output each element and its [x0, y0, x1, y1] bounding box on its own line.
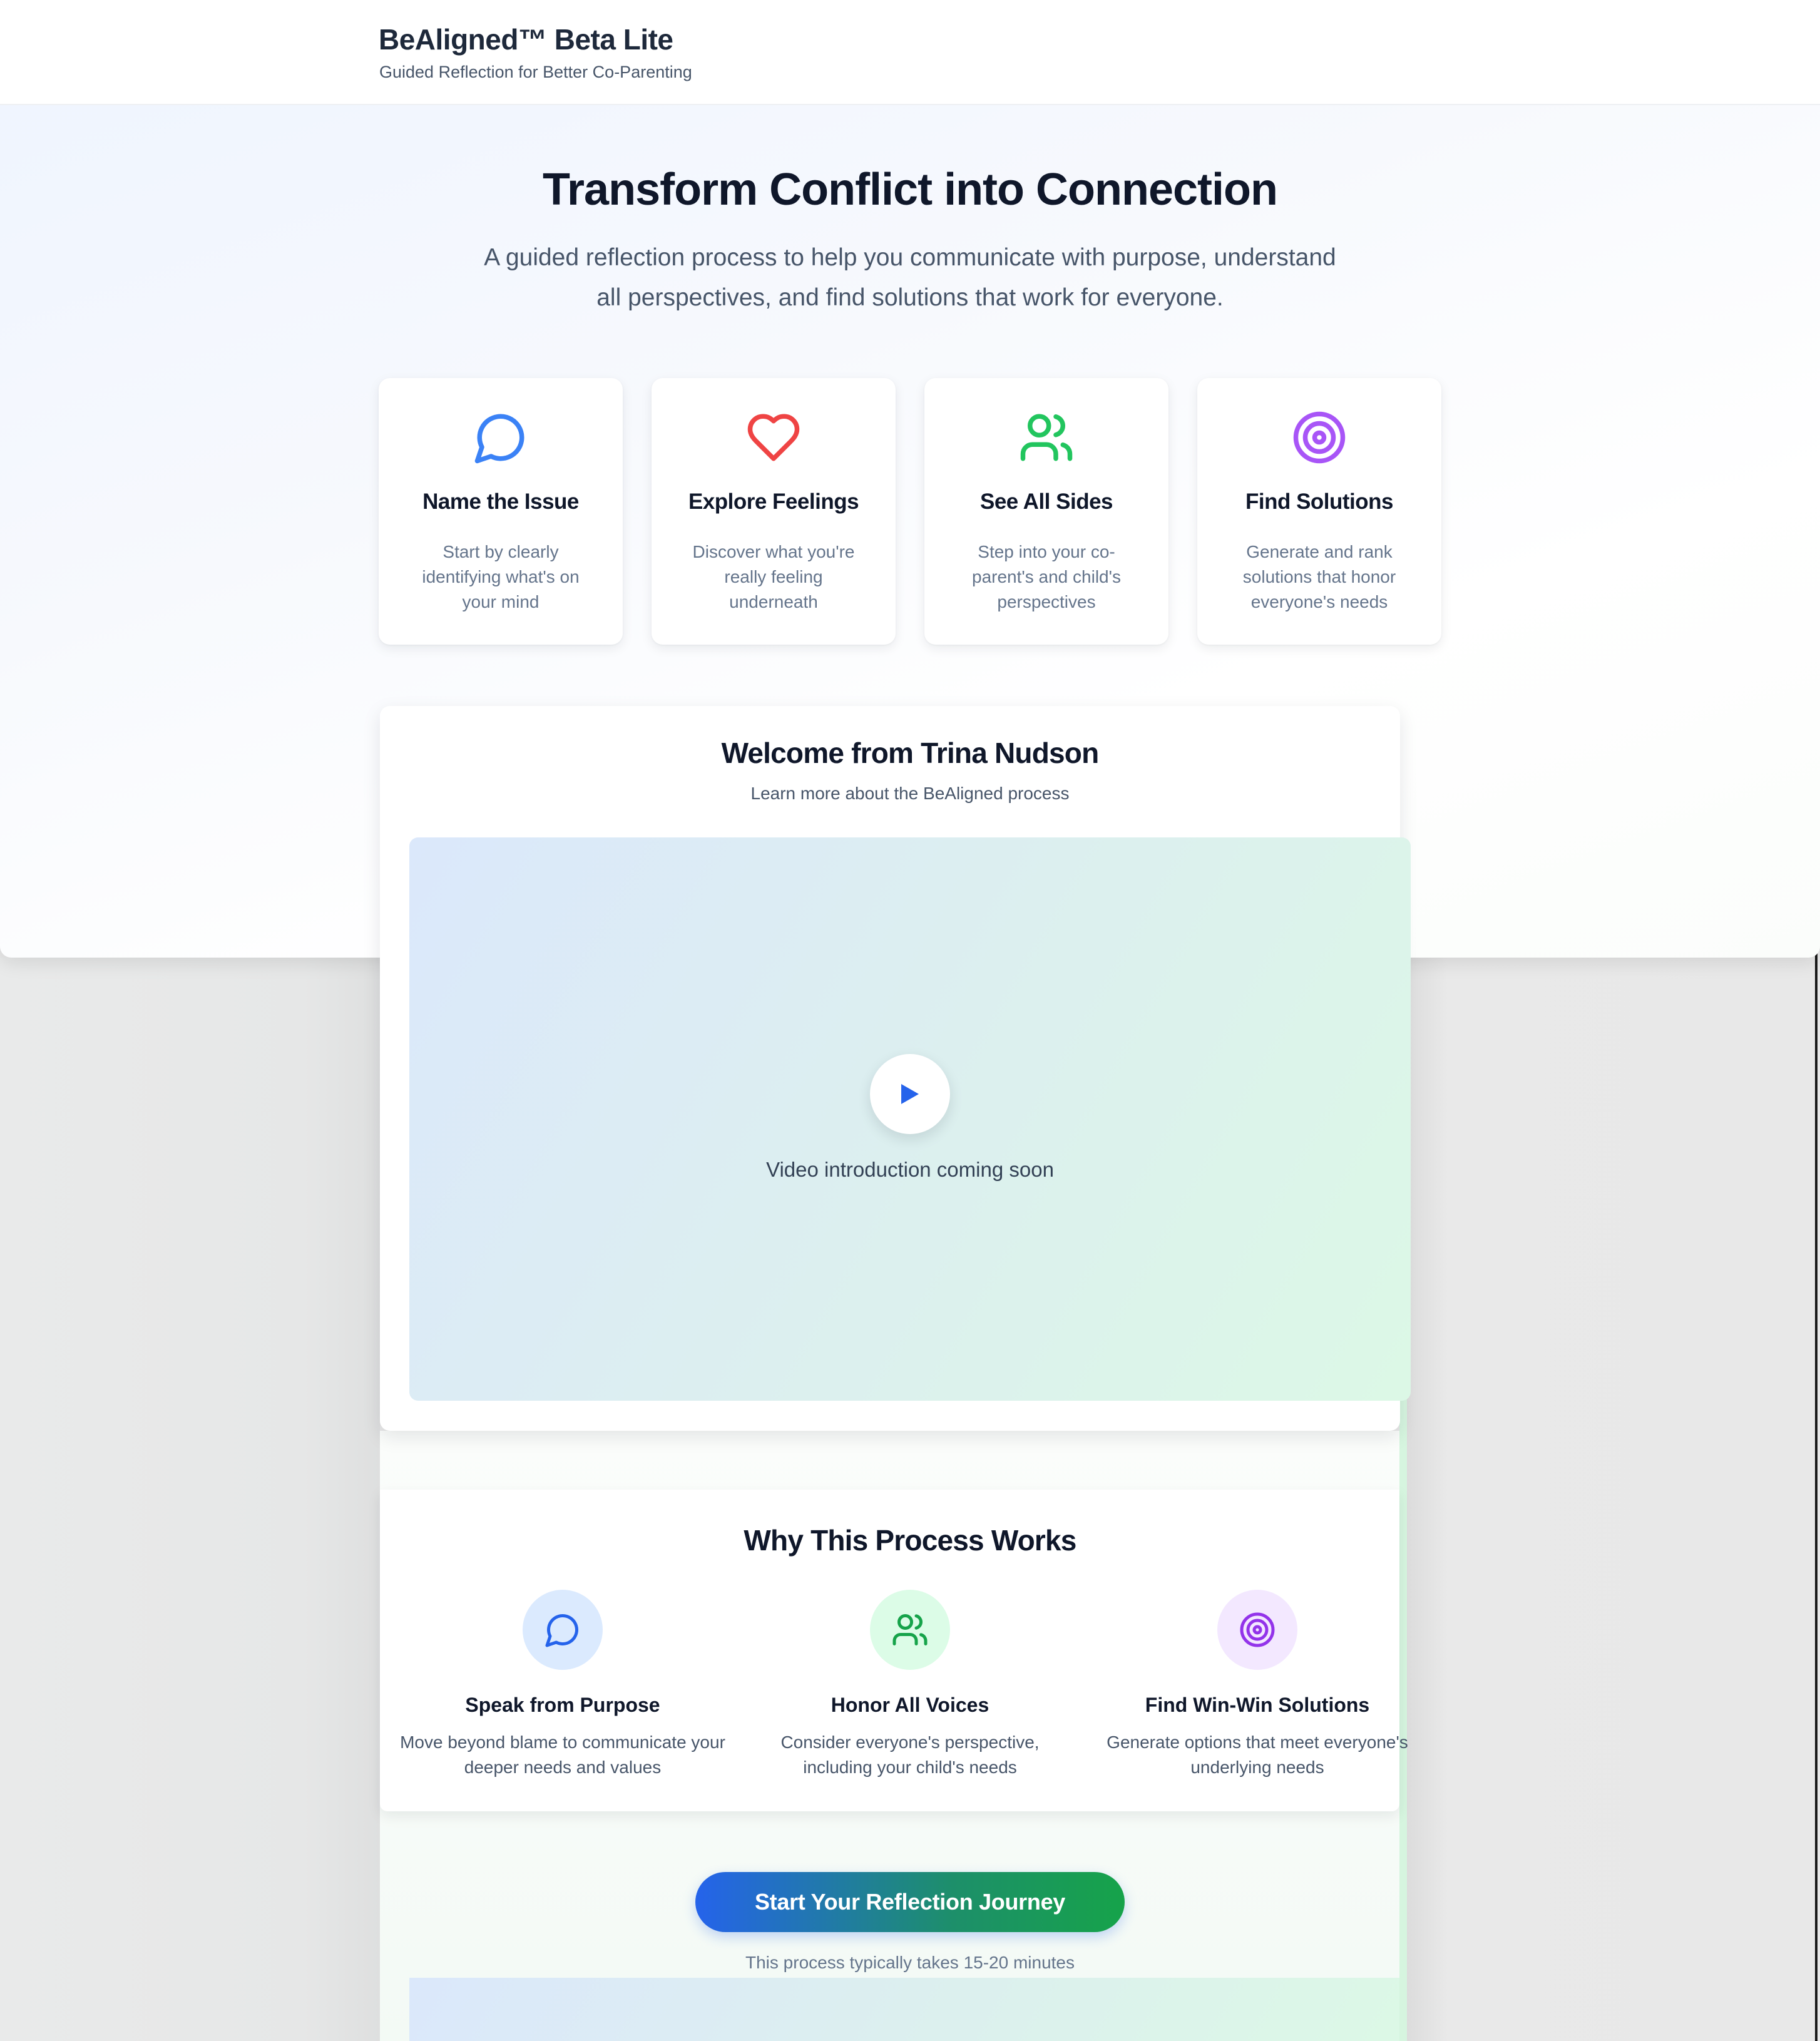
step-card-find-solutions: Find Solutions Generate and rank solutio… [1197, 378, 1441, 645]
page-backdrop-left [0, 958, 380, 2041]
brand-title[interactable]: BeAligned™ Beta Lite [379, 23, 673, 56]
play-icon [901, 1084, 919, 1104]
bottom-gradient-strip [409, 1978, 1399, 2041]
step-description: Start by clearly identifying what's on y… [422, 542, 580, 611]
step-description: Step into your co-parent's and child's p… [972, 542, 1121, 611]
play-button[interactable] [870, 1054, 950, 1134]
app-header: BeAligned™ Beta Lite Guided Reflection f… [0, 0, 1820, 105]
hero-title: Transform Conflict into Connection [543, 165, 1278, 215]
users-icon [892, 1614, 928, 1645]
page-backdrop-right [1407, 958, 1820, 2041]
step-title: See All Sides [979, 489, 1113, 514]
welcome-title: Welcome from Trina Nudson [721, 737, 1100, 769]
step-title: Name the Issue [422, 489, 579, 514]
why-item-description: Move beyond blame to communicate your de… [400, 1732, 725, 1777]
video-caption: Video introduction coming soon [766, 1158, 1054, 1181]
hero-subtitle: A guided reflection process to help you … [484, 244, 1336, 311]
cta-duration-note: This process typically takes 15-20 minut… [745, 1953, 1075, 1972]
why-item-title: Speak from Purpose [465, 1694, 660, 1716]
target-icon [1293, 411, 1346, 464]
window-edge [1815, 951, 1817, 2041]
why-item-title: Find Win-Win Solutions [1145, 1694, 1370, 1716]
heart-icon [747, 414, 800, 461]
step-card-explore-feelings: Explore Feelings Discover what you're re… [652, 378, 896, 645]
chat-bubble-icon [474, 414, 524, 464]
start-reflection-button[interactable]: Start Your Reflection Journey [695, 1872, 1125, 1932]
chat-bubble-icon [545, 1614, 579, 1647]
brand-subtitle: Guided Reflection for Better Co-Parentin… [379, 63, 692, 81]
users-icon [1020, 414, 1073, 461]
steps-grid: Name the Issue Start by clearly identify… [379, 378, 1441, 645]
step-description: Discover what you're really feeling unde… [692, 542, 855, 611]
step-card-see-all-sides: See All Sides Step into your co-parent's… [924, 378, 1168, 645]
why-icon-circle [1217, 1590, 1297, 1670]
step-card-name-issue: Name the Issue Start by clearly identify… [379, 378, 623, 645]
step-description: Generate and rank solutions that honor e… [1242, 542, 1396, 611]
why-item-description: Consider everyone's perspective, includi… [780, 1732, 1040, 1777]
why-icon-circle [523, 1590, 603, 1670]
why-item-description: Generate options that meet everyone's un… [1107, 1732, 1408, 1777]
target-icon [1240, 1612, 1275, 1647]
step-title: Explore Feelings [688, 489, 859, 514]
step-title: Find Solutions [1245, 489, 1394, 514]
welcome-subtitle: Learn more about the BeAligned process [750, 784, 1070, 803]
why-title: Why This Process Works [744, 1524, 1076, 1557]
why-icon-circle [870, 1590, 950, 1670]
why-item-title: Honor All Voices [831, 1694, 989, 1716]
